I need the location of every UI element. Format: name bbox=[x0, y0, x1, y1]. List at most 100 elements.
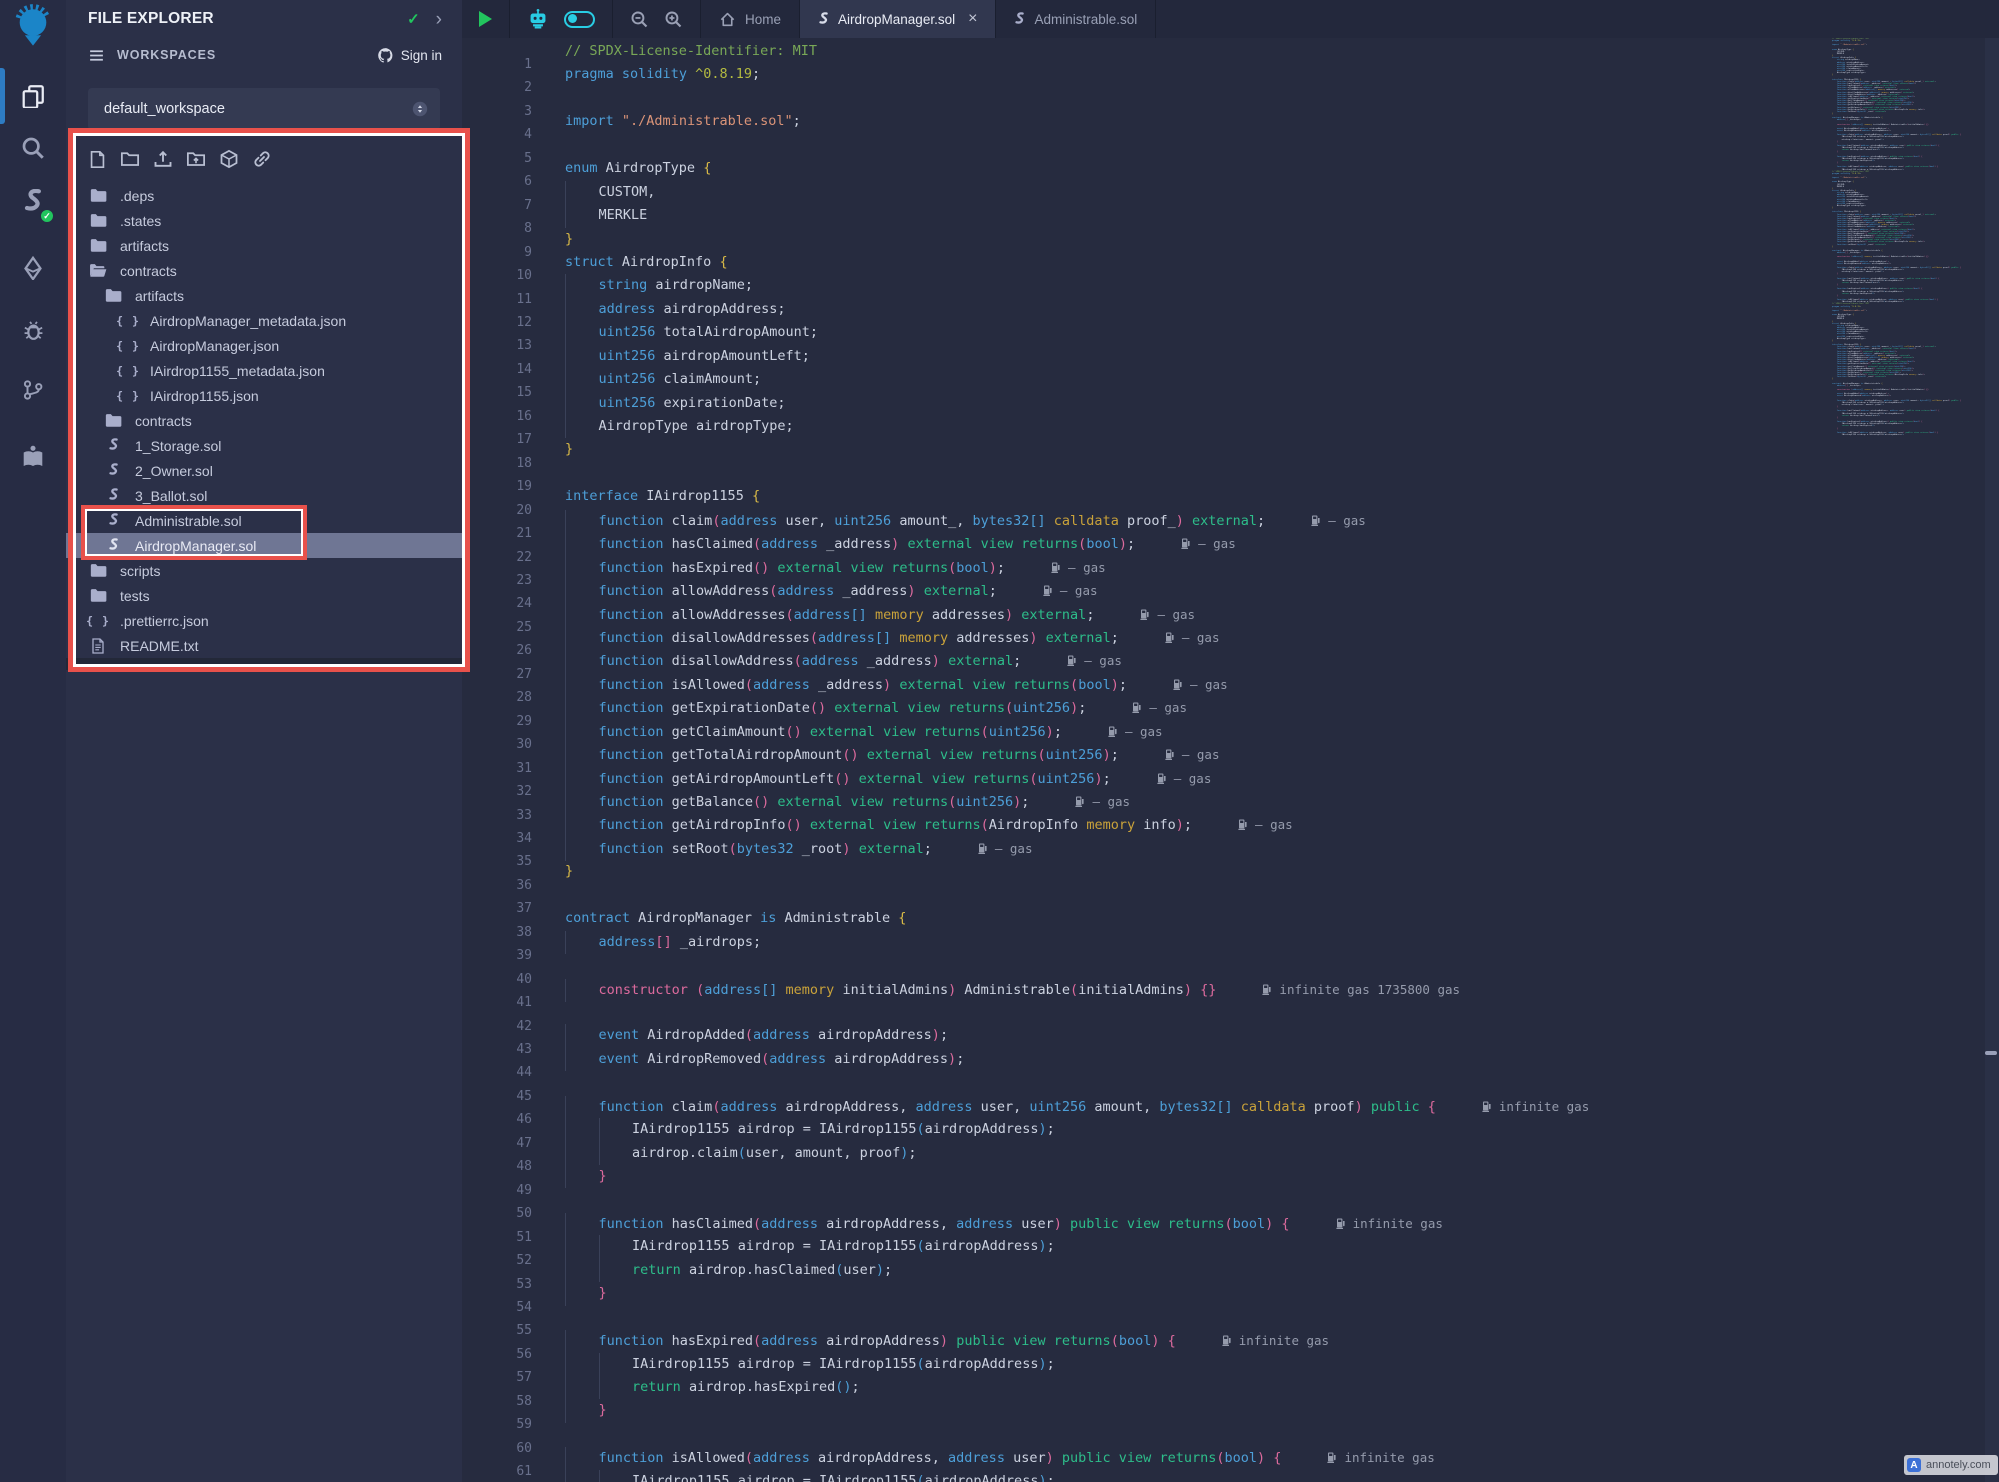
workspace-switch-icon[interactable] bbox=[412, 101, 428, 117]
tree-item-label: README.txt bbox=[120, 638, 199, 654]
tree-item-label: contracts bbox=[135, 413, 192, 429]
tree-item[interactable]: { } AirdropManager.json bbox=[66, 333, 462, 358]
tree-item[interactable]: tests bbox=[66, 583, 462, 608]
rail-item-file-explorer-icon[interactable] bbox=[0, 76, 66, 116]
json-icon: { } bbox=[118, 339, 138, 353]
folder-icon bbox=[88, 188, 108, 203]
tree-item-label: .deps bbox=[120, 188, 154, 204]
tree-item[interactable]: artifacts bbox=[66, 233, 462, 258]
upload-folder-icon[interactable] bbox=[186, 149, 206, 169]
run-icon[interactable] bbox=[479, 11, 492, 27]
theme-toggle-icon[interactable] bbox=[564, 11, 595, 28]
rail-item-search-icon[interactable] bbox=[0, 128, 66, 168]
gas-estimate: – gas bbox=[1173, 677, 1228, 692]
tree-item[interactable]: { }.prettierrc.json bbox=[66, 608, 462, 633]
tree-item[interactable]: scripts bbox=[66, 558, 462, 583]
json-icon: { } bbox=[118, 314, 138, 328]
scrollbar-marker[interactable] bbox=[1985, 1051, 1997, 1055]
open-file-tabs: AirdropManager.sol × Administrable.sol bbox=[800, 0, 1156, 38]
zoom-in-icon[interactable] bbox=[664, 10, 683, 29]
tree-item[interactable]: Administrable.sol bbox=[66, 508, 462, 533]
folder-open-icon bbox=[88, 263, 108, 278]
annotely-watermark: A annotely.com bbox=[1904, 1455, 1998, 1475]
code-editor[interactable]: 1 2 3 4 5 6 7 8 9 10 11 12 13 14 15 16 1… bbox=[462, 38, 1985, 1482]
scrollbar-track[interactable] bbox=[1985, 38, 1999, 1482]
file-tree: .deps.statesartifactscontractsartifacts{… bbox=[66, 183, 462, 658]
rail-item-remix-logo-icon[interactable] bbox=[0, 6, 66, 46]
tree-item[interactable]: AirdropManager.sol bbox=[66, 533, 462, 558]
chevron-right-icon[interactable]: › bbox=[436, 10, 442, 29]
gas-estimate: – gas bbox=[1067, 653, 1122, 668]
new-file-icon[interactable] bbox=[88, 150, 107, 169]
solidity-file-icon bbox=[818, 12, 829, 27]
folder-icon bbox=[88, 563, 108, 578]
home-icon bbox=[719, 11, 736, 28]
tree-item-label: AirdropManager_metadata.json bbox=[150, 313, 346, 329]
hamburger-menu-icon[interactable] bbox=[88, 47, 105, 64]
close-icon[interactable]: × bbox=[968, 11, 977, 27]
check-icon[interactable]: ✓ bbox=[407, 10, 420, 28]
ai-assistant-icon[interactable] bbox=[527, 8, 549, 30]
tree-item[interactable]: .deps bbox=[66, 183, 462, 208]
gas-estimate: – gas bbox=[1108, 724, 1163, 739]
page-title: FILE EXPLORER bbox=[88, 10, 391, 28]
folder-icon bbox=[88, 588, 108, 603]
gas-estimate: – gas bbox=[1132, 700, 1187, 715]
folder-icon bbox=[88, 238, 108, 253]
tree-item[interactable]: contracts bbox=[66, 408, 462, 433]
rail-item-deploy-run-icon[interactable] bbox=[0, 248, 66, 288]
minimap[interactable]: // SPDX-License-Identifier: MITpragma so… bbox=[1832, 38, 1985, 440]
tab-label: Administrable.sol bbox=[1034, 12, 1137, 27]
sign-in-button[interactable]: Sign in bbox=[377, 47, 442, 64]
run-segment bbox=[462, 0, 510, 38]
link-icon[interactable] bbox=[252, 149, 272, 169]
rail-item-learneth-icon[interactable] bbox=[0, 437, 66, 477]
tree-item-label: artifacts bbox=[120, 238, 169, 254]
tree-item[interactable]: README.txt bbox=[66, 633, 462, 658]
upload-file-icon[interactable] bbox=[153, 149, 173, 169]
new-folder-icon[interactable] bbox=[120, 149, 140, 169]
tree-item[interactable]: .states bbox=[66, 208, 462, 233]
github-icon bbox=[377, 47, 394, 64]
tab-AirdropManager.sol[interactable]: AirdropManager.sol × bbox=[800, 0, 996, 38]
tab-home[interactable]: Home bbox=[701, 0, 800, 38]
assistant-segment bbox=[510, 0, 613, 38]
file-explorer-panel: FILE EXPLORER ✓ › WORKSPACES Sign in def… bbox=[66, 0, 462, 1482]
rail-item-git-icon[interactable] bbox=[0, 370, 66, 410]
tree-item[interactable]: { } AirdropManager_metadata.json bbox=[66, 308, 462, 333]
gas-estimate: infinite gas 1735800 gas bbox=[1262, 982, 1460, 997]
gas-estimate: – gas bbox=[1165, 747, 1220, 762]
annotely-label: annotely.com bbox=[1926, 1459, 1991, 1471]
gas-estimate: – gas bbox=[978, 841, 1033, 856]
gas-estimate: – gas bbox=[1181, 536, 1236, 551]
tree-item[interactable]: 3_Ballot.sol bbox=[66, 483, 462, 508]
tree-item[interactable]: { }IAirdrop1155.json bbox=[66, 383, 462, 408]
tab-Administrable.sol[interactable]: Administrable.sol bbox=[996, 0, 1156, 38]
workspace-select[interactable]: default_workspace bbox=[88, 88, 440, 130]
code-content[interactable]: // SPDX-License-Identifier: MITpragma so… bbox=[565, 40, 1589, 1482]
tree-item-label: IAirdrop1155.json bbox=[150, 388, 259, 404]
publish-box-icon[interactable] bbox=[219, 149, 239, 169]
gas-estimate: – gas bbox=[1165, 630, 1220, 645]
tree-item[interactable]: { }IAirdrop1155_metadata.json bbox=[66, 358, 462, 383]
tree-item-label: Administrable.sol bbox=[135, 513, 242, 529]
tree-item-label: tests bbox=[120, 588, 150, 604]
tree-item-label: AirdropManager.json bbox=[150, 338, 279, 354]
gas-estimate: – gas bbox=[1051, 560, 1106, 575]
tree-item-label: .states bbox=[120, 213, 161, 229]
gas-estimate: – gas bbox=[1157, 771, 1212, 786]
workspaces-row: WORKSPACES Sign in bbox=[66, 38, 462, 72]
gas-estimate: – gas bbox=[1043, 583, 1098, 598]
tree-item-label: .prettierrc.json bbox=[120, 613, 209, 629]
tree-item[interactable]: artifacts bbox=[66, 283, 462, 308]
compile-success-badge-icon: ✓ bbox=[39, 208, 55, 224]
tree-item[interactable]: 1_Storage.sol bbox=[66, 433, 462, 458]
zoom-out-icon[interactable] bbox=[630, 10, 649, 29]
sign-in-label: Sign in bbox=[401, 48, 442, 63]
tab-label: AirdropManager.sol bbox=[838, 12, 955, 27]
tree-item[interactable]: 2_Owner.sol bbox=[66, 458, 462, 483]
tree-item[interactable]: contracts bbox=[66, 258, 462, 283]
rail-item-solidity-compiler-icon[interactable]: ✓ bbox=[0, 182, 66, 222]
json-icon: { } bbox=[118, 364, 138, 378]
rail-item-debugger-icon[interactable] bbox=[0, 310, 66, 350]
